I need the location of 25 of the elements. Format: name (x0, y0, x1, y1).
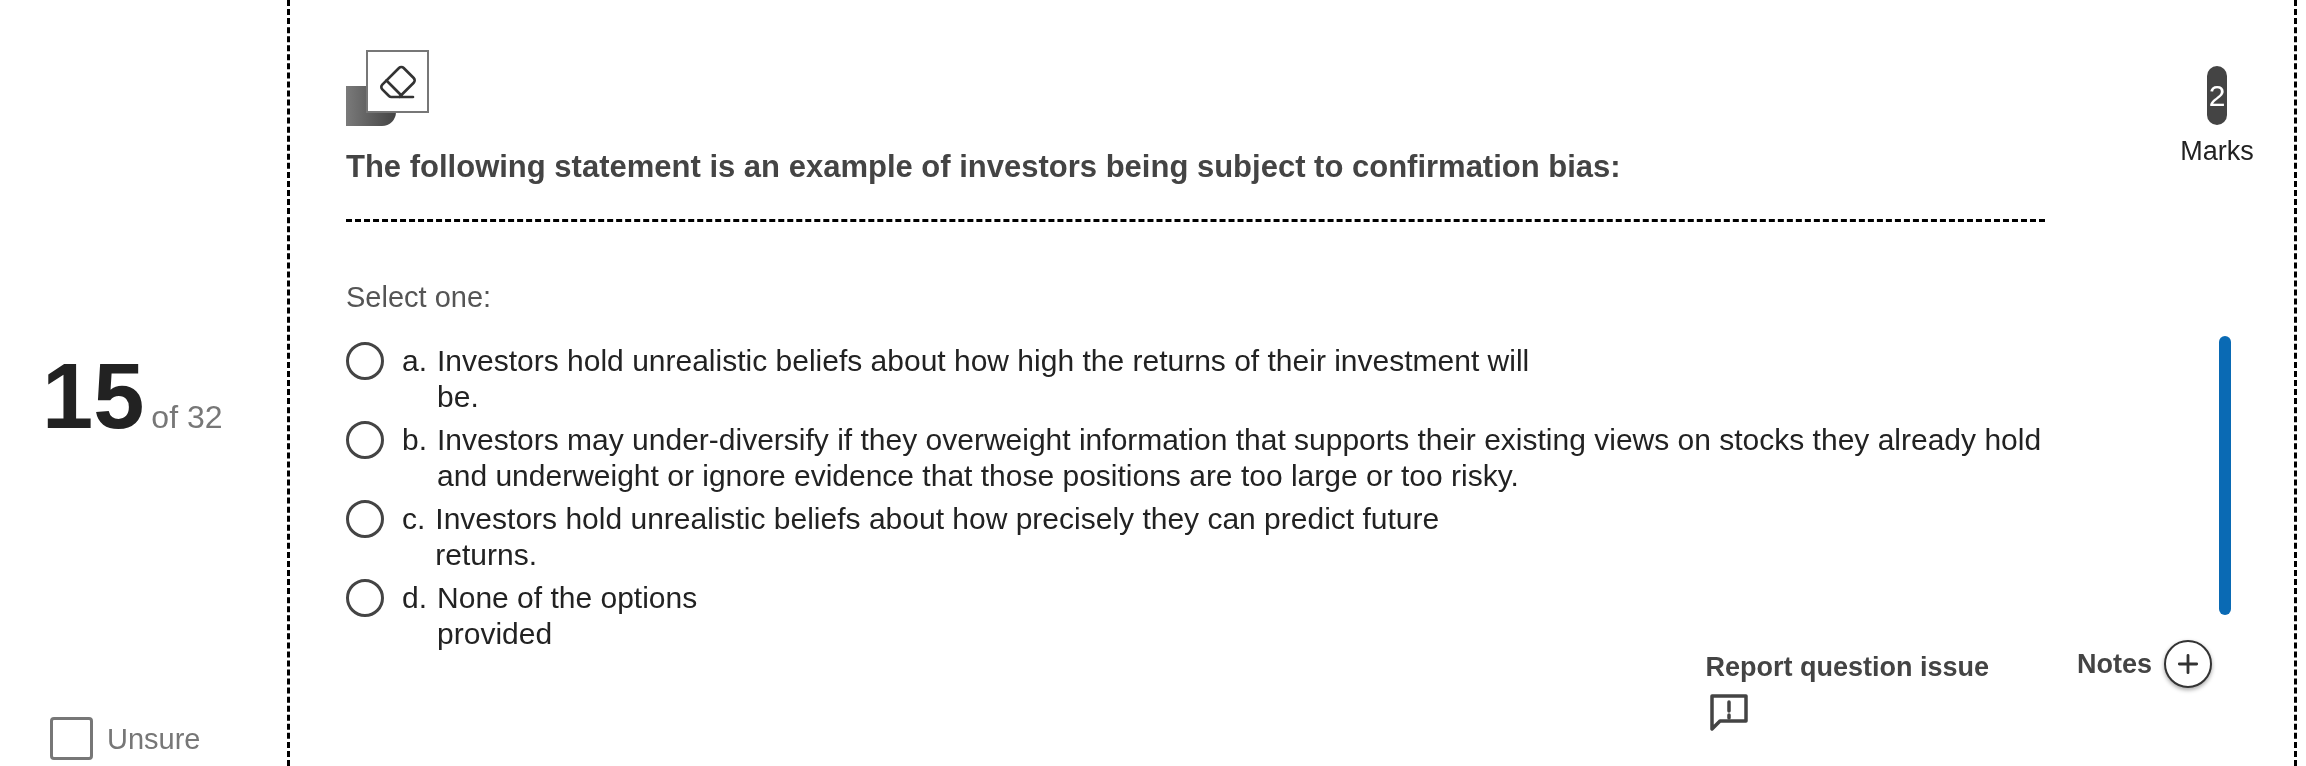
question-text: The following statement is an example of investors being subject to confirmation bias: (346, 148, 1621, 186)
eraser-button[interactable] (346, 50, 429, 126)
radio-button[interactable] (346, 579, 384, 617)
marks-label: Marks (2180, 135, 2254, 167)
unsure-label[interactable]: Unsure (107, 720, 201, 757)
radio-button[interactable] (346, 421, 384, 459)
radio-button[interactable] (346, 500, 384, 538)
option-text: Investors hold unrealistic beliefs about how precisely they can predict future returns. (435, 501, 1440, 573)
marks-badge: 2 (2207, 66, 2227, 125)
option-text: Investors may under-diversify if they overweight information that supports their existing views on stocks they already hold and underweight or ignore evidence that those positions are too large or too risky. (437, 422, 2042, 494)
question-total: of 32 (151, 401, 223, 433)
radio-button[interactable] (346, 342, 384, 380)
unsure-checkbox[interactable] (50, 717, 93, 760)
option-text: None of the options provided (437, 580, 698, 652)
option-text: Investors hold unrealistic beliefs about how high the returns of their investment will be. (437, 343, 1530, 415)
option-letter: d. (402, 580, 428, 616)
scrollbar-thumb[interactable] (2219, 336, 2231, 615)
option-letter: c. (402, 501, 426, 537)
select-prompt: Select one: (346, 280, 492, 315)
report-issue-button[interactable]: Report question issue (1705, 649, 1989, 733)
option-letter: a. (402, 343, 428, 379)
option-letter: b. (402, 422, 428, 458)
question-number: 15 (42, 350, 145, 442)
message-alert-icon (1709, 693, 1750, 733)
notes-button[interactable]: Notes (2077, 640, 2212, 688)
